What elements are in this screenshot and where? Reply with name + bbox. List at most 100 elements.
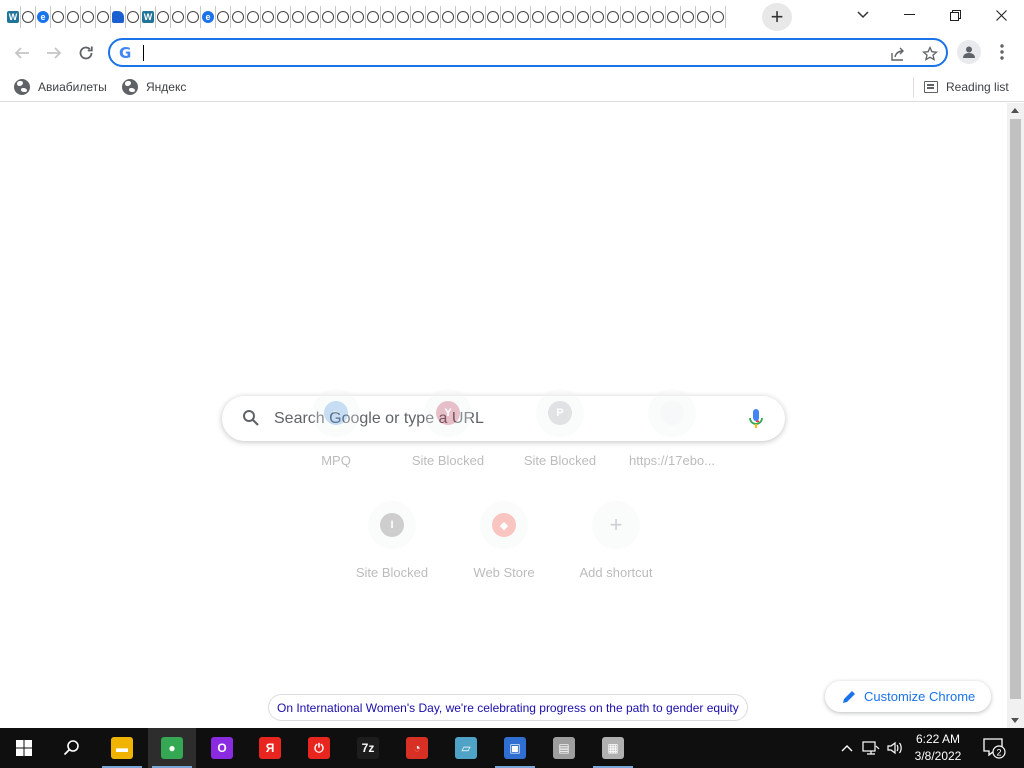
browser-tab[interactable]: e <box>591 6 606 28</box>
tab-search-button[interactable] <box>840 0 886 30</box>
scroll-thumb[interactable] <box>1010 119 1021 699</box>
browser-tab[interactable]: e <box>681 6 696 28</box>
page-scrollbar[interactable] <box>1007 103 1024 728</box>
browser-tab[interactable]: e <box>336 6 351 28</box>
chrome-menu-button[interactable] <box>992 39 1012 65</box>
browser-tab[interactable]: W <box>6 6 21 28</box>
browser-tab[interactable]: e <box>171 6 186 28</box>
browser-tab[interactable]: e <box>156 6 171 28</box>
browser-tab[interactable]: e <box>426 6 441 28</box>
clock-date: 3/8/2022 <box>914 749 962 763</box>
browser-tab[interactable]: e <box>66 6 81 28</box>
bookmark-aviabilety[interactable]: Авиабилеты <box>14 76 107 98</box>
browser-tab[interactable]: e <box>606 6 621 28</box>
address-bar[interactable]: G <box>108 38 948 67</box>
profile-button[interactable] <box>957 40 981 64</box>
browser-tab[interactable]: e <box>546 6 561 28</box>
scroll-down-arrow-icon[interactable] <box>1011 718 1019 723</box>
browser-tab[interactable]: e <box>231 6 246 28</box>
shortcut-tile[interactable]: P Site Blocked <box>504 373 616 485</box>
bookmark-yandex[interactable]: Яндекс <box>122 76 186 98</box>
browser-tab[interactable]: e <box>501 6 516 28</box>
browser-tab[interactable]: e <box>486 6 501 28</box>
shortcut-tile[interactable]: I Site Blocked <box>336 485 448 597</box>
doodle-message-link[interactable]: On International Women's Day, we're cele… <box>268 694 748 721</box>
forward-button[interactable] <box>39 38 69 68</box>
browser-tab[interactable]: e <box>321 6 336 28</box>
browser-tab[interactable]: e <box>666 6 681 28</box>
browser-tab[interactable]: e <box>576 6 591 28</box>
new-tab-button[interactable]: + <box>762 3 792 31</box>
browser-tab[interactable]: W <box>141 6 156 28</box>
browser-tab[interactable]: e <box>621 6 636 28</box>
browser-tab[interactable]: e <box>306 6 321 28</box>
minimize-button[interactable] <box>886 0 932 30</box>
bookmark-star-button[interactable] <box>920 44 940 64</box>
taskbar-app[interactable]: ▬ <box>98 728 146 768</box>
reload-button[interactable] <box>71 38 101 68</box>
taskbar-app[interactable]: 7z <box>344 728 392 768</box>
browser-tab[interactable] <box>111 6 126 28</box>
browser-tab[interactable]: e <box>396 6 411 28</box>
browser-tab[interactable]: e <box>516 6 531 28</box>
browser-tab[interactable]: e <box>36 6 51 28</box>
action-center-button[interactable]: 2 <box>980 734 1008 762</box>
share-button[interactable] <box>888 44 908 64</box>
taskbar-app[interactable]: ▤ <box>540 728 588 768</box>
swirl-icon: e <box>622 11 634 23</box>
taskbar-app[interactable]: ⏻ <box>295 728 343 768</box>
back-button[interactable] <box>7 38 37 68</box>
browser-tab[interactable]: e <box>561 6 576 28</box>
browser-tab[interactable]: e <box>651 6 666 28</box>
start-button[interactable] <box>0 728 48 768</box>
taskbar-app[interactable]: O <box>198 728 246 768</box>
browser-tab[interactable]: e <box>276 6 291 28</box>
browser-tab[interactable]: e <box>216 6 231 28</box>
taskbar-app[interactable]: ▣ <box>491 728 539 768</box>
taskbar-app[interactable]: ◔ <box>393 728 441 768</box>
scroll-up-arrow-icon[interactable] <box>1011 108 1019 113</box>
network-icon[interactable] <box>861 738 881 758</box>
taskbar-app[interactable]: ▱ <box>442 728 490 768</box>
browser-tab[interactable]: e <box>126 6 141 28</box>
browser-tab[interactable]: e <box>381 6 396 28</box>
close-window-button[interactable] <box>978 0 1024 30</box>
file-explorer-icon: ▬ <box>111 737 133 759</box>
shortcut-tile[interactable]: Y Site Blocked <box>392 373 504 485</box>
address-input[interactable] <box>143 43 863 63</box>
reading-list-button[interactable]: Reading list <box>924 76 1009 98</box>
microphone-icon[interactable] <box>746 408 766 430</box>
browser-tab[interactable]: e <box>261 6 276 28</box>
taskbar-app[interactable]: ▦ <box>589 728 637 768</box>
browser-tab[interactable]: e <box>186 6 201 28</box>
browser-tab[interactable]: e <box>711 6 726 28</box>
browser-tab[interactable]: e <box>201 6 216 28</box>
browser-tab[interactable]: e <box>456 6 471 28</box>
browser-tab[interactable]: e <box>531 6 546 28</box>
browser-tab[interactable]: e <box>51 6 66 28</box>
browser-tab[interactable]: e <box>441 6 456 28</box>
shortcut-tile[interactable]: ~ MPQ <box>280 373 392 485</box>
browser-tab[interactable]: e <box>96 6 111 28</box>
shortcut-tile[interactable]: ◆ Web Store <box>448 485 560 597</box>
taskbar-clock[interactable]: 6:22 AM 3/8/2022 <box>912 731 964 765</box>
browser-tab[interactable]: e <box>636 6 651 28</box>
volume-icon[interactable] <box>885 738 905 758</box>
add-shortcut-tile[interactable]: + Add shortcut <box>560 485 672 597</box>
browser-tab[interactable]: e <box>351 6 366 28</box>
browser-tab[interactable]: e <box>81 6 96 28</box>
browser-tab[interactable]: e <box>696 6 711 28</box>
customize-chrome-button[interactable]: Customize Chrome <box>825 681 991 712</box>
taskbar-search-button[interactable] <box>48 728 96 768</box>
browser-tab[interactable]: e <box>246 6 261 28</box>
restore-button[interactable] <box>932 0 978 30</box>
browser-tab[interactable]: e <box>291 6 306 28</box>
taskbar-app[interactable]: Я <box>246 728 294 768</box>
tray-chevron-icon[interactable] <box>837 738 857 758</box>
taskbar-app[interactable]: ● <box>148 728 196 768</box>
browser-tab[interactable]: e <box>411 6 426 28</box>
browser-tab[interactable]: e <box>21 6 36 28</box>
browser-tab[interactable]: e <box>471 6 486 28</box>
shortcut-tile[interactable]: https://17ebo... <box>616 373 728 485</box>
browser-tab[interactable]: e <box>366 6 381 28</box>
